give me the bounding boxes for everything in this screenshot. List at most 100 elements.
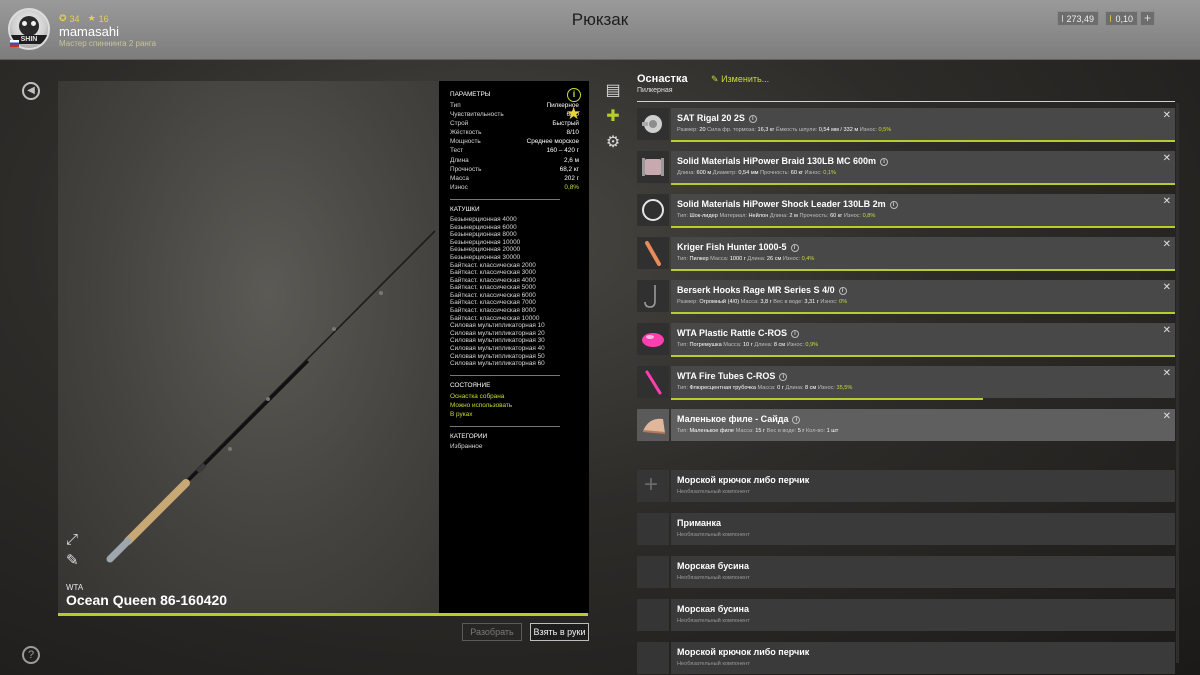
durability-bar xyxy=(671,312,1175,314)
slot-name: Berserk Hooks Rage MR Series S 4/0 i xyxy=(677,285,847,295)
slot-name: Kriger Fish Hunter 1000-5 i xyxy=(677,242,799,252)
close-icon[interactable]: ✕ xyxy=(1163,282,1171,293)
detail-value: 0,8% xyxy=(862,213,876,219)
reel-item: Безынерционная 6000 xyxy=(450,223,517,231)
detail-value: 600 м xyxy=(696,170,712,176)
optional-slot[interactable]: Морской крючок либо перчик Необязательный… xyxy=(637,642,1175,674)
slot-note: Необязательный компонент xyxy=(677,532,750,538)
gear-icon[interactable]: ⚙ xyxy=(603,132,623,152)
param-row: Тип Пилкерное xyxy=(450,101,579,110)
optional-slot[interactable]: Приманка Необязательный компонент xyxy=(637,513,1175,545)
param-label: Длина xyxy=(450,156,469,164)
detail-value: 60 кг xyxy=(830,213,843,219)
detail-value: 0,9% xyxy=(805,342,819,348)
silver-balance[interactable]: 273,49 xyxy=(1057,11,1099,26)
slot-details: Размер: 20 Сила фр. тормоза: 16,3 кг Ёмк… xyxy=(677,127,892,133)
disassemble-button[interactable]: Разобрать xyxy=(462,623,522,641)
edit-tackle-link[interactable]: ✎ Изменить... xyxy=(711,74,769,85)
favorite-star-icon[interactable]: ★ xyxy=(566,104,581,124)
pencil-icon[interactable]: ✎ xyxy=(66,551,79,569)
info-icon[interactable]: i xyxy=(889,201,898,209)
tackle-slot[interactable]: SAT Rigal 20 2S i Размер: 20 Сила фр. торм… xyxy=(637,108,1175,142)
slot-body: Solid Materials HiPower Braid 130LB MC 6… xyxy=(671,151,1175,183)
optional-slot[interactable]: Морская бусина Необязательный компонент xyxy=(637,599,1175,631)
slot-body: WTA Fire Tubes C-ROS i Тип: Флюресцентная … xyxy=(671,366,1175,398)
tackle-slot[interactable]: WTA Plastic Rattle C-ROS i Тип: Погремушка… xyxy=(637,323,1175,357)
tackle-slot[interactable]: WTA Fire Tubes C-ROS i Тип: Флюресцентная … xyxy=(637,366,1175,400)
document-icon[interactable]: ▤ xyxy=(603,80,623,100)
param-label: Мощность xyxy=(450,138,481,146)
slot-body: Berserk Hooks Rage MR Series S 4/0 i Разме… xyxy=(671,280,1175,312)
tackle-slot[interactable]: Маленькое филе - Сайда i Тип: Маленькое фи… xyxy=(637,409,1175,441)
slot-name: Приманка xyxy=(677,518,721,528)
divider xyxy=(450,374,560,376)
tackle-slot[interactable]: Berserk Hooks Rage MR Series S 4/0 i Разме… xyxy=(637,280,1175,314)
slot-name: Морской крючок либо перчик xyxy=(677,647,810,657)
scrollbar[interactable] xyxy=(1176,103,1179,663)
optional-slot[interactable]: Морская бусина Необязательный компонент xyxy=(637,556,1175,588)
slot-note: Необязательный компонент xyxy=(677,489,750,495)
slot-name-text: SAT Rigal 20 2S xyxy=(677,113,745,123)
info-icon[interactable]: i xyxy=(792,416,801,424)
tackle-slot[interactable]: Solid Materials HiPower Shock Leader 130… xyxy=(637,194,1175,228)
state-list: Оснастка собрана Можно использовать В рука… xyxy=(450,392,579,419)
durability-bar xyxy=(671,140,1175,142)
close-icon[interactable]: ✕ xyxy=(1163,411,1171,422)
slot-thumbnail xyxy=(637,280,669,312)
slot-name: Морская бусина xyxy=(677,604,749,614)
puzzle-icon[interactable]: ✚ xyxy=(603,106,623,126)
slot-body: Морской крючок либо перчик Необязательный… xyxy=(671,642,1175,674)
reel-item: Силовая мультипликаторная 50 xyxy=(450,352,545,360)
slot-details: Тип: Шок-лидер Материал: Нейлон Длина: 2… xyxy=(677,213,876,219)
info-icon[interactable]: i xyxy=(779,373,788,381)
info-icon[interactable]: i xyxy=(838,287,847,295)
param-row: Износ 0,8% xyxy=(450,183,579,192)
info-icon[interactable]: i xyxy=(880,158,889,166)
state-item: В руках xyxy=(450,410,473,418)
slot-thumbnail xyxy=(637,366,669,398)
close-icon[interactable]: ✕ xyxy=(1163,239,1171,250)
detail-value: 8 см xyxy=(804,385,817,391)
durability-bar xyxy=(671,226,1175,228)
gold-balance[interactable]: 0,10 xyxy=(1105,11,1138,26)
close-icon[interactable]: ✕ xyxy=(1163,153,1171,164)
param-row: Прочность 68,2 кг xyxy=(450,165,579,174)
info-icon[interactable]: i xyxy=(567,88,581,102)
slot-body: Морская бусина Необязательный компонент xyxy=(671,556,1175,588)
edit-icon: ✎ xyxy=(711,74,719,84)
info-icon[interactable]: i xyxy=(790,244,799,252)
slot-body: Морская бусина Необязательный компонент xyxy=(671,599,1175,631)
detail-value: 0,1% xyxy=(823,170,836,176)
param-value: 202 г xyxy=(564,174,579,182)
reel-item: Безынерционная 20000 xyxy=(450,246,521,254)
back-arrow-icon[interactable]: ◀ xyxy=(22,82,40,100)
close-icon[interactable]: ✕ xyxy=(1163,196,1171,207)
slot-body: Solid Materials HiPower Shock Leader 130… xyxy=(671,194,1175,226)
fishing-rod-image xyxy=(106,230,436,563)
slot-body: WTA Plastic Rattle C-ROS i Тип: Погремушка… xyxy=(671,323,1175,355)
rod-preview[interactable]: ⤢ ✎ WTA Ocean Queen 86-160420 xyxy=(58,81,439,613)
param-row: Длина 2,6 м xyxy=(450,156,579,165)
slot-name-text: Kriger Fish Hunter 1000-5 xyxy=(677,242,787,252)
close-icon[interactable]: ✕ xyxy=(1163,325,1171,336)
take-in-hands-button[interactable]: Взять в руки xyxy=(530,623,589,641)
expand-icon[interactable]: ⤢ xyxy=(66,531,78,548)
rod-parameters-panel: ПАРАМЕТРЫ Тип Пилкерное Чувствительность 6/… xyxy=(439,81,589,613)
detail-value: Погремушка xyxy=(689,342,722,348)
tackle-slot[interactable]: Kriger Fish Hunter 1000-5 i Тип: Пилкер Ма… xyxy=(637,237,1175,271)
category-item: Избранное xyxy=(450,442,483,450)
slot-note: Необязательный компонент xyxy=(677,575,750,581)
optional-slot[interactable]: + Морской крючок либо перчик Необязательны… xyxy=(637,470,1175,502)
reel-item: Силовая мультипликаторная 20 xyxy=(450,329,545,337)
reel-item: Безынерционная 8000 xyxy=(450,231,517,239)
help-icon[interactable]: ? xyxy=(22,646,40,664)
slot-details: Тип: Пилкер Масса: 1000 г Длина: 26 см И… xyxy=(677,256,815,262)
rod-durability-bar xyxy=(58,613,588,616)
add-currency-button[interactable]: + xyxy=(1140,11,1155,26)
info-icon[interactable]: i xyxy=(748,115,757,123)
close-icon[interactable]: ✕ xyxy=(1163,110,1171,121)
info-icon[interactable]: i xyxy=(791,330,800,338)
tackle-slot[interactable]: Solid Materials HiPower Braid 130LB MC 6… xyxy=(637,151,1175,185)
close-icon[interactable]: ✕ xyxy=(1163,368,1171,379)
slot-thumbnail xyxy=(637,151,669,183)
